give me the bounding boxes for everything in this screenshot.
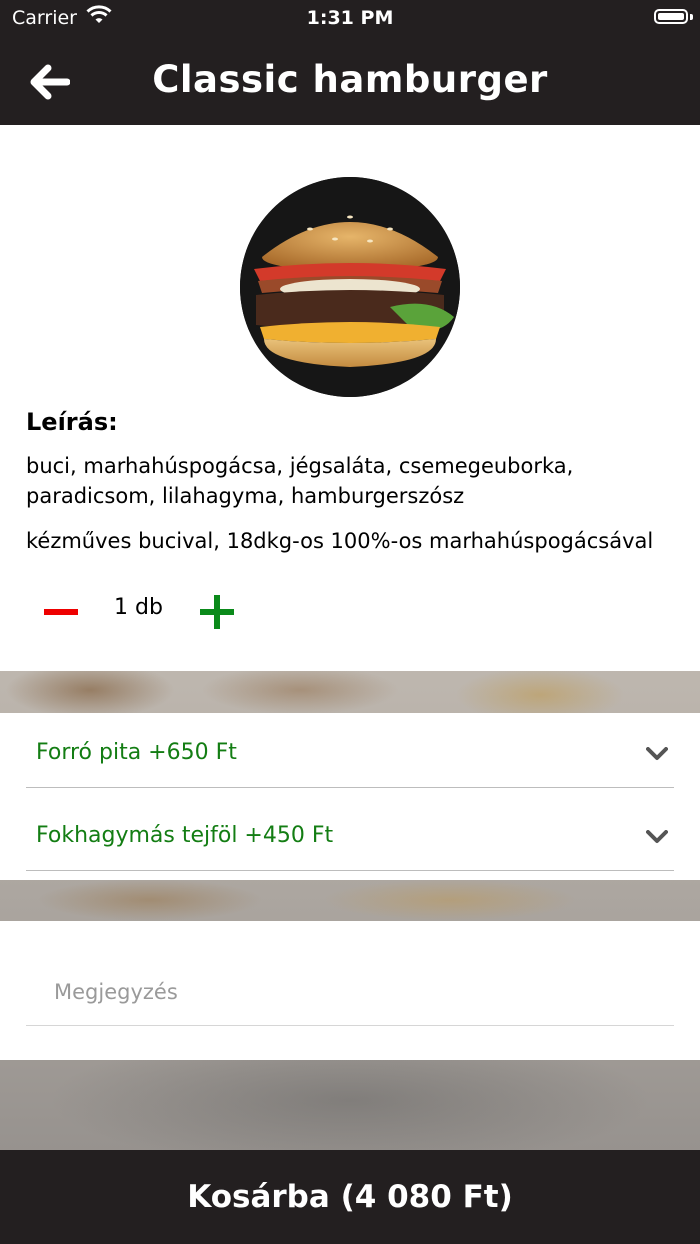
options-card: Forró pita +650 Ft Fokhagymás tejföl +45… (0, 713, 700, 880)
note-input[interactable] (52, 979, 636, 1005)
battery-cap (690, 14, 693, 20)
product-photo (240, 177, 460, 397)
description-text: buci, marhahúspogácsa, jégsaláta, csemeg… (26, 454, 574, 508)
description-extra: kézműves bucival, 18dkg-os 100%-os marha… (26, 529, 654, 553)
clock: 1:31 PM (306, 7, 394, 29)
decrease-quantity-button[interactable] (44, 609, 78, 615)
note-card (0, 921, 700, 1060)
option-label: Forró pita +650 Ft (36, 740, 237, 765)
product-card: Leírás: buci, marhahúspogácsa, jégsaláta… (0, 125, 700, 671)
hamburger-image (240, 177, 460, 397)
add-to-cart-button[interactable]: Kosárba (4 080 Ft) (0, 1150, 700, 1244)
quantity-value: 1 db (114, 595, 163, 620)
status-bar: Carrier 1:31 PM (0, 0, 700, 36)
battery-icon (654, 9, 688, 24)
note-field-container (26, 961, 674, 1026)
option-dropdown-tejfol[interactable]: Fokhagymás tejföl +450 Ft (26, 796, 674, 871)
option-label: Fokhagymás tejföl +450 Ft (36, 823, 334, 848)
chevron-down-icon (646, 830, 668, 843)
increase-quantity-button[interactable] (200, 595, 234, 629)
page-title: Classic hamburger (152, 58, 548, 101)
option-dropdown-pita[interactable]: Forró pita +650 Ft (26, 713, 674, 788)
description-title: Leírás: (26, 408, 118, 436)
chevron-down-icon (646, 747, 668, 760)
nav-bar: Classic hamburger (0, 36, 700, 125)
